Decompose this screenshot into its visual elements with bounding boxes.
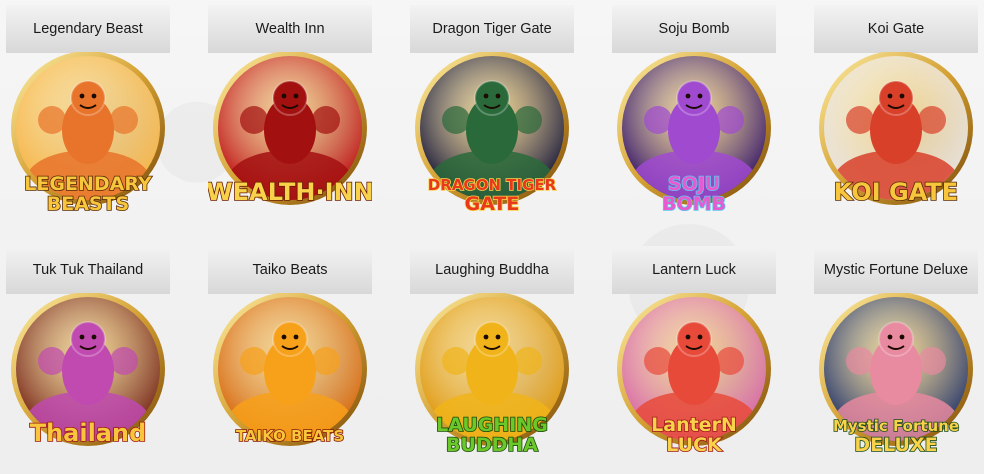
game-title[interactable]: Koi Gate	[814, 5, 978, 53]
game-title[interactable]: Laughing Buddha	[410, 246, 574, 294]
game-card-lantern-luck[interactable]: Lantern Luck LanterN LUCK	[612, 241, 776, 467]
game-card-wealth-inn[interactable]: Wealth Inn WEALTH·INN	[208, 0, 372, 226]
game-artwork: KOI GATE	[819, 52, 973, 207]
game-thumbnail[interactable]: LEGENDARY BEASTS	[6, 52, 170, 224]
game-thumbnail[interactable]: SOJU BOMB	[612, 52, 776, 224]
game-logo-text: LEGENDARY	[24, 173, 152, 195]
game-logo-text: WEALTH·INN	[208, 178, 372, 206]
game-thumbnail[interactable]: DRAGON TIGER GATE	[410, 52, 574, 224]
game-artwork: SOJUBOMB	[617, 52, 771, 216]
game-title[interactable]: Taiko Beats	[208, 246, 372, 294]
game-artwork: Mystic FortuneDELUXE	[819, 293, 973, 457]
game-logo-text: BOMB	[662, 193, 726, 215]
game-card-koi-gate[interactable]: Koi Gate KOI GATE	[814, 0, 978, 226]
game-card-soju-bomb[interactable]: Soju Bomb SOJU BOMB	[612, 0, 776, 226]
game-title[interactable]: Legendary Beast	[6, 5, 170, 53]
game-title[interactable]: Wealth Inn	[208, 5, 372, 53]
game-card-laughing-buddha[interactable]: Laughing Buddha LAUGHING BUDDHA	[410, 241, 574, 467]
game-card-taiko-beats[interactable]: Taiko Beats TAIKO BEATS	[208, 241, 372, 467]
game-thumbnail[interactable]: KOI GATE	[814, 52, 978, 224]
game-logo-text: DELUXE	[854, 434, 937, 456]
game-logo-text: LUCK	[666, 434, 723, 456]
game-artwork: DRAGON TIGERGATE	[415, 52, 569, 216]
game-grid: Legendary Beast LEGENDARY BEASTS Wealth …	[0, 0, 984, 474]
game-title[interactable]: Soju Bomb	[612, 5, 776, 53]
game-artwork: TAIKO BEATS	[213, 293, 367, 446]
game-artwork: LAUGHINGBUDDHA	[415, 293, 569, 457]
game-logo-text: TAIKO BEATS	[236, 427, 344, 445]
game-logo-text: BEASTS	[47, 193, 130, 215]
game-card-tuk-tuk-thailand[interactable]: Tuk Tuk Thailand Thailand	[6, 241, 170, 467]
game-thumbnail[interactable]: LanterN LUCK	[612, 293, 776, 465]
game-logo-text: GATE	[465, 193, 520, 215]
game-thumbnail[interactable]: LAUGHING BUDDHA	[410, 293, 574, 465]
game-logo-text: KOI GATE	[834, 178, 958, 206]
game-artwork: Thailand	[11, 293, 165, 448]
game-artwork: WEALTH·INN	[208, 52, 372, 207]
game-thumbnail[interactable]: WEALTH·INN	[208, 52, 372, 224]
game-title[interactable]: Mystic Fortune Deluxe	[814, 246, 978, 294]
game-card-legendary-beast[interactable]: Legendary Beast LEGENDARY BEASTS	[6, 0, 170, 226]
game-logo-text: DRAGON TIGER	[428, 176, 557, 194]
game-logo-text: BUDDHA	[446, 434, 538, 456]
game-title[interactable]: Lantern Luck	[612, 246, 776, 294]
game-thumbnail[interactable]: Mystic Fortune DELUXE	[814, 293, 978, 465]
game-title[interactable]: Tuk Tuk Thailand	[6, 246, 170, 294]
game-logo-text: Thailand	[30, 419, 147, 447]
game-thumbnail[interactable]: TAIKO BEATS	[208, 293, 372, 465]
game-logo-text: LanterN	[651, 414, 737, 436]
game-logo-text: LAUGHING	[436, 414, 548, 436]
game-logo-text: SOJU	[668, 173, 720, 195]
game-logo-text: Mystic Fortune	[833, 417, 959, 435]
game-title[interactable]: Dragon Tiger Gate	[410, 5, 574, 53]
game-card-dragon-tiger-gate[interactable]: Dragon Tiger Gate DRAGON TIGER GATE	[410, 0, 574, 226]
game-artwork: LanterNLUCK	[617, 293, 771, 457]
game-thumbnail[interactable]: Thailand	[6, 293, 170, 465]
game-artwork: LEGENDARYBEASTS	[11, 52, 165, 216]
game-card-mystic-fortune-deluxe[interactable]: Mystic Fortune Deluxe Mystic Fortune DEL…	[814, 241, 978, 467]
